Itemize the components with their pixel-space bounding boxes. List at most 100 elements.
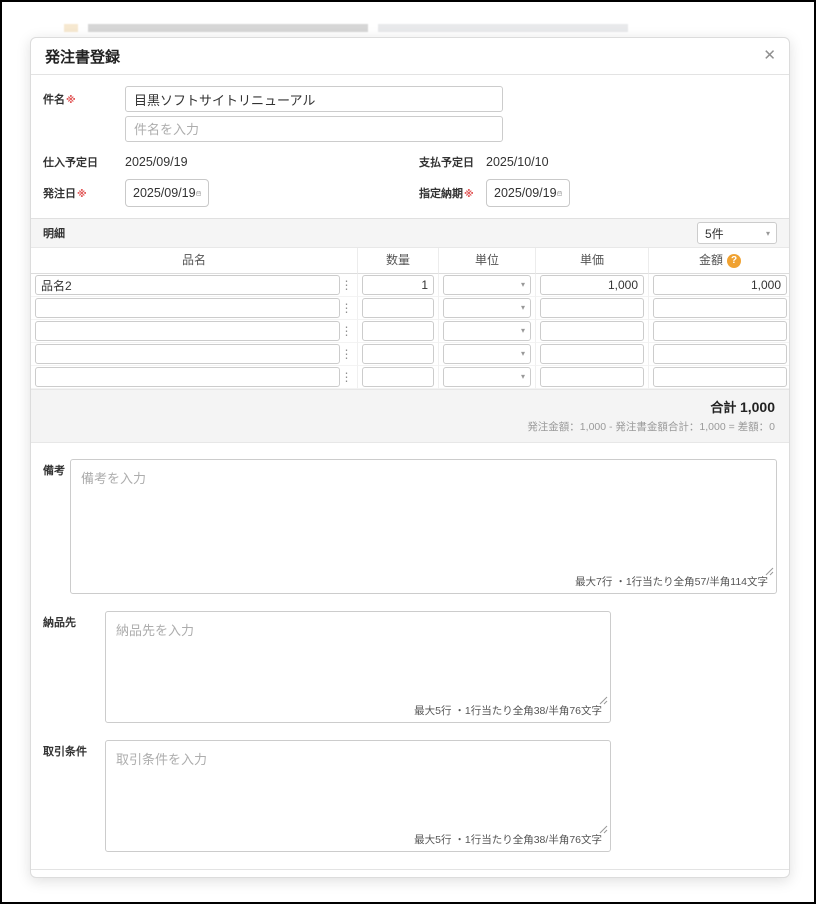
total-value: 1,000 [740, 399, 775, 415]
required-mark: ※ [77, 189, 87, 200]
item-name-input[interactable] [35, 298, 340, 318]
dialog-header: 発注書登録 ✕ [31, 38, 789, 75]
order-date-label: 発注日※ [43, 185, 125, 201]
subject-label: 件名※ [43, 91, 125, 107]
purchase-date-label: 仕入予定日 [43, 154, 125, 170]
delivery-destination-section: 納品先 最大5行 ・1行当たり全角38/半角76文字 [43, 611, 777, 723]
item-name-input[interactable] [35, 275, 340, 295]
amount-input[interactable] [653, 298, 787, 318]
designated-delivery-date-input[interactable]: 2025/09/19 [486, 179, 570, 207]
item-name-input[interactable] [35, 367, 340, 387]
item-name-input[interactable] [35, 344, 340, 364]
quantity-input[interactable] [362, 298, 434, 318]
background-text-smudge [88, 24, 368, 32]
quantity-input[interactable] [362, 275, 434, 295]
unit-select[interactable]: ▾ [443, 367, 531, 387]
unit-price-input[interactable] [540, 321, 644, 341]
amount-input[interactable] [653, 367, 787, 387]
unit-price-input[interactable] [540, 275, 644, 295]
quantity-input[interactable] [362, 321, 434, 341]
dialog-footer: 登録 キャンセル [31, 869, 789, 878]
background-chip [64, 24, 78, 32]
scheduled-dates-row: 仕入予定日 2025/09/19 支払予定日 2025/10/10 [43, 154, 777, 170]
detail-table: 品名 数量 単位 単価 金額 ? ⋮ ▾ ⋮ ▾ ⋮ ▾ [31, 248, 789, 389]
transaction-terms-section: 取引条件 最大5行 ・1行当たり全角38/半角76文字 [43, 740, 777, 852]
kebab-menu-icon[interactable]: ⋮ [340, 348, 353, 360]
subject-row: 件名※ [43, 86, 777, 112]
column-header-name: 品名 [31, 248, 357, 274]
transaction-terms-label: 取引条件 [43, 740, 105, 852]
remarks-label: 備考 [43, 459, 70, 594]
remarks-textarea[interactable] [70, 459, 777, 594]
subject-row-2 [43, 116, 777, 142]
table-row: ⋮ ▾ [31, 297, 789, 320]
order-date-input[interactable]: 2025/09/19 [125, 179, 209, 207]
unit-select[interactable]: ▾ [443, 298, 531, 318]
purchase-order-registration-dialog: 発注書登録 ✕ 件名※ 仕入予定日 2025/09/19 支払予定日 2025/… [30, 37, 790, 878]
chevron-down-icon: ▾ [521, 349, 525, 358]
delivery-date-label: 指定納期※ [419, 185, 486, 201]
calendar-icon [196, 187, 201, 200]
kebab-menu-icon[interactable]: ⋮ [340, 325, 353, 337]
dialog-title: 発注書登録 [45, 49, 120, 66]
unit-select[interactable]: ▾ [443, 344, 531, 364]
amount-input[interactable] [653, 275, 787, 295]
payment-date-value: 2025/10/10 [486, 155, 549, 169]
unit-price-input[interactable] [540, 344, 644, 364]
total-label: 合計 [710, 400, 736, 415]
table-row: ⋮ ▾ [31, 343, 789, 366]
delivery-destination-label: 納品先 [43, 611, 105, 723]
unit-select[interactable]: ▾ [443, 275, 531, 295]
chevron-down-icon: ▾ [766, 229, 770, 238]
required-mark: ※ [464, 189, 474, 200]
editable-dates-row: 発注日※ 2025/09/19 指定納期※ 2025/09/19 [43, 179, 777, 207]
dimmed-background-content [64, 24, 628, 33]
table-row: ⋮ ▾ [31, 366, 789, 389]
detail-section-bar: 明細 5件 ▾ [31, 218, 789, 248]
resize-handle-icon[interactable] [599, 825, 608, 834]
subject-input[interactable] [125, 86, 503, 112]
table-row: ⋮ ▾ [31, 274, 789, 297]
kebab-menu-icon[interactable]: ⋮ [340, 371, 353, 383]
delivery-destination-textarea[interactable] [105, 611, 611, 723]
amount-input[interactable] [653, 321, 787, 341]
total-breakdown-note: 発注金額：1,000 - 発注書金額合計：1,000 = 差額：0 [45, 419, 775, 434]
quantity-input[interactable] [362, 367, 434, 387]
row-count-select[interactable]: 5件 ▾ [697, 222, 777, 244]
chevron-down-icon: ▾ [521, 372, 525, 381]
table-row: ⋮ ▾ [31, 320, 789, 343]
kebab-menu-icon[interactable]: ⋮ [340, 302, 353, 314]
detail-section-label: 明細 [43, 225, 65, 241]
column-header-quantity: 数量 [357, 248, 438, 274]
column-header-unit-price: 単価 [535, 248, 648, 274]
background-text-smudge [378, 24, 628, 32]
close-icon[interactable]: ✕ [763, 46, 776, 64]
kebab-menu-icon[interactable]: ⋮ [340, 279, 353, 291]
subject-secondary-input[interactable] [125, 116, 503, 142]
required-mark: ※ [66, 95, 76, 106]
calendar-icon [557, 187, 562, 200]
column-header-amount: 金額 ? [648, 248, 790, 274]
chevron-down-icon: ▾ [521, 326, 525, 335]
transaction-terms-textarea[interactable] [105, 740, 611, 852]
total-section: 合計 1,000 発注金額：1,000 - 発注書金額合計：1,000 = 差額… [31, 389, 789, 443]
help-icon[interactable]: ? [727, 254, 741, 268]
amount-input[interactable] [653, 344, 787, 364]
column-header-unit: 単位 [438, 248, 535, 274]
form-top-section: 件名※ 仕入予定日 2025/09/19 支払予定日 2025/10/10 発注… [31, 75, 789, 207]
table-header-row: 品名 数量 単位 単価 金額 ? [31, 248, 789, 274]
resize-handle-icon[interactable] [599, 696, 608, 705]
purchase-date-value: 2025/09/19 [125, 155, 188, 169]
chevron-down-icon: ▾ [521, 280, 525, 289]
payment-date-label: 支払予定日 [419, 154, 486, 170]
chevron-down-icon: ▾ [521, 303, 525, 312]
text-sections: 備考 最大7行 ・1行当たり全角57/半角114文字 納品先 最大5行 ・1行当… [31, 443, 789, 869]
quantity-input[interactable] [362, 344, 434, 364]
remarks-section: 備考 最大7行 ・1行当たり全角57/半角114文字 [43, 459, 777, 594]
unit-price-input[interactable] [540, 298, 644, 318]
item-name-input[interactable] [35, 321, 340, 341]
resize-handle-icon[interactable] [765, 567, 774, 576]
total-line: 合計 1,000 [45, 397, 775, 416]
unit-select[interactable]: ▾ [443, 321, 531, 341]
unit-price-input[interactable] [540, 367, 644, 387]
